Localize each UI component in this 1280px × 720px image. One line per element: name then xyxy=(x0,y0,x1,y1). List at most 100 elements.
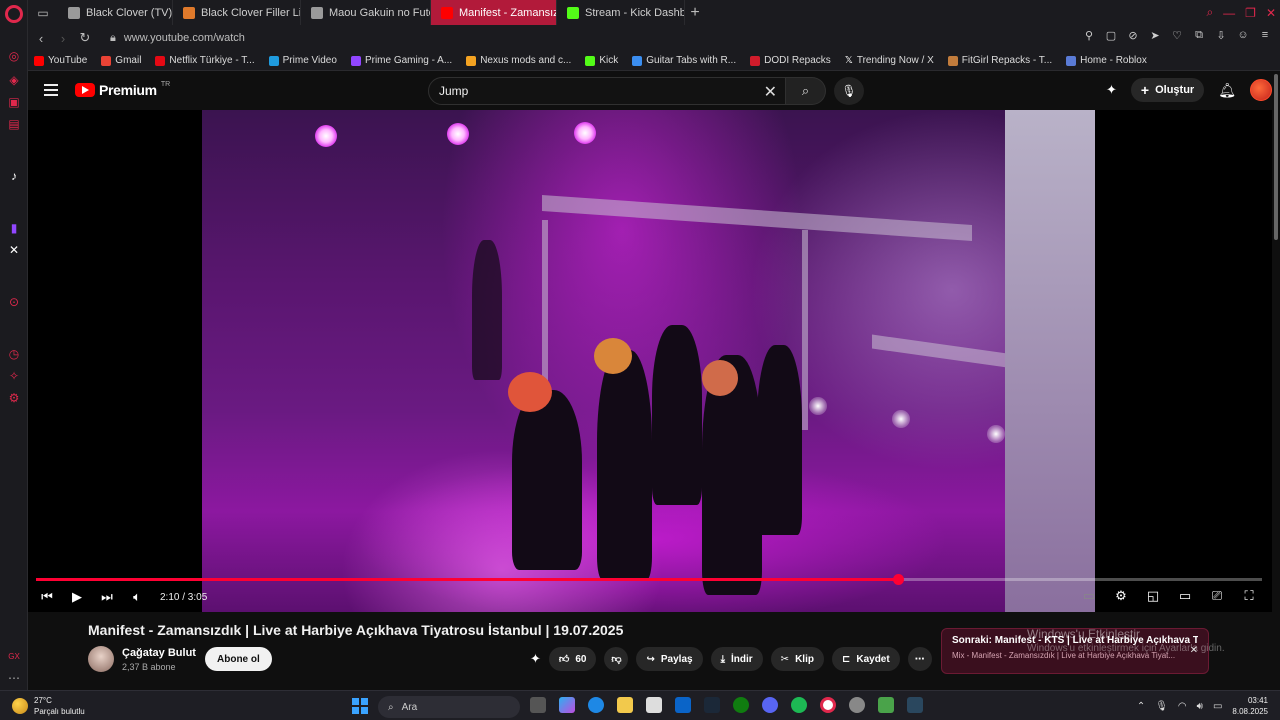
spotify-icon[interactable] xyxy=(791,697,807,713)
settings-icon[interactable]: ⚙ xyxy=(6,390,22,406)
store-icon[interactable] xyxy=(646,697,662,713)
seek-bar-knob[interactable] xyxy=(892,574,904,585)
battery-icon[interactable]: ▭ xyxy=(1213,701,1222,712)
extensions-puzzle-icon[interactable]: ⧉ xyxy=(1192,29,1206,42)
more-icon[interactable]: ⋯ xyxy=(6,670,22,686)
shield-icon[interactable]: ▣ xyxy=(6,94,22,110)
bookmark-fitgirl[interactable]: FitGirl Repacks - T... xyxy=(947,55,1052,66)
dislike-button[interactable]: 👎︎ xyxy=(604,647,629,671)
extensions-icon[interactable]: ✧ xyxy=(6,368,22,384)
download-button[interactable]: ⤓ İndir xyxy=(710,647,763,671)
subscribe-button[interactable]: Abone ol xyxy=(205,647,272,671)
opera-gx-icon[interactable] xyxy=(820,697,836,713)
volume-icon[interactable]: 🔈︎ xyxy=(126,587,148,607)
bookmark-youtube[interactable]: YouTube xyxy=(34,55,87,66)
menu-icon[interactable]: ≡ xyxy=(1258,29,1272,42)
play-icon[interactable]: ▶ xyxy=(66,587,88,607)
twitch-icon[interactable]: ▮ xyxy=(6,220,22,236)
search-tabs-icon[interactable]: ⌕ xyxy=(1206,5,1213,20)
create-button[interactable]: + Oluştur xyxy=(1130,78,1205,102)
page-scrollbar[interactable] xyxy=(1272,72,1280,690)
steam-alt-icon[interactable] xyxy=(907,697,923,713)
next-icon[interactable]: ⏭︎ xyxy=(96,587,118,607)
notifications-bell-icon[interactable]: 🔔︎ xyxy=(1218,82,1236,99)
new-tab-button[interactable]: + xyxy=(685,4,705,22)
wifi-icon[interactable]: ◠ xyxy=(1178,701,1187,712)
search-button[interactable]: ⌕ xyxy=(786,77,826,105)
discord-icon[interactable] xyxy=(762,697,778,713)
gemini-ask-icon[interactable]: ✦ xyxy=(530,651,541,667)
speaker-icon[interactable]: 🔊︎ xyxy=(1197,701,1203,712)
gemini-icon[interactable]: ✦ xyxy=(1106,82,1117,98)
settings-gear-icon[interactable]: ⚙ xyxy=(1110,586,1132,606)
clock[interactable]: 03:41 8.08.2025 xyxy=(1232,695,1268,717)
miniplayer-icon[interactable]: ◱ xyxy=(1142,586,1164,606)
subtitles-icon[interactable]: ▭ xyxy=(1078,586,1100,606)
search-input[interactable] xyxy=(439,84,749,98)
send-icon[interactable]: ➤ xyxy=(1148,29,1162,42)
video-player[interactable] xyxy=(28,110,1272,612)
bookmark-dodi[interactable]: DODI Repacks xyxy=(750,55,831,66)
weather-widget[interactable]: 27°C Parçalı bulutlu xyxy=(12,695,85,717)
file-explorer-icon[interactable] xyxy=(617,697,633,713)
gx-icon[interactable]: GX xyxy=(6,648,22,664)
url-field[interactable]: 🔒︎ www.youtube.com/watch xyxy=(110,32,245,45)
forward-icon[interactable]: › xyxy=(54,31,72,46)
xbox-icon[interactable] xyxy=(733,697,749,713)
tab-manifest[interactable]: Manifest - Zamansızdık | xyxy=(431,0,557,25)
heart-icon[interactable]: ♡ xyxy=(1170,29,1184,42)
bag-icon[interactable]: ◈ xyxy=(6,72,22,88)
copilot-icon[interactable] xyxy=(559,697,575,713)
steam-icon[interactable] xyxy=(704,697,720,713)
bookmark-kick[interactable]: Kick xyxy=(585,55,618,66)
back-icon[interactable]: ‹ xyxy=(32,31,50,46)
bookmark-prime-video[interactable]: Prime Video xyxy=(268,55,337,66)
app-icon[interactable] xyxy=(849,697,865,713)
snapshot-icon[interactable]: ▢ xyxy=(1104,29,1118,42)
start-windows-icon[interactable] xyxy=(352,698,368,714)
task-view-icon[interactable] xyxy=(530,697,546,713)
clip-button[interactable]: ✂ Klip xyxy=(770,647,824,671)
adblock-icon[interactable]: ⊘ xyxy=(1126,29,1140,42)
save-button[interactable]: ⊏ Kaydet xyxy=(831,647,900,671)
edge-icon[interactable] xyxy=(588,697,604,713)
bookmark-gmail[interactable]: Gmail xyxy=(101,55,141,66)
channel-name[interactable]: Çağatay Bulut xyxy=(122,647,196,659)
tray-mic-icon[interactable]: 🎙︎ xyxy=(1155,701,1168,712)
bookmark-guitar-tabs[interactable]: Guitar Tabs with R... xyxy=(632,55,736,66)
guide-menu-icon[interactable] xyxy=(44,84,58,99)
channel-avatar[interactable] xyxy=(88,646,114,672)
history-icon[interactable]: ◷ xyxy=(6,346,22,362)
bookmark-x-trending[interactable]: 𝕏 Trending Now / X xyxy=(845,55,934,66)
more-actions-button[interactable]: ⋯ xyxy=(907,647,932,671)
x-icon[interactable]: ✕ xyxy=(6,242,22,258)
player-icon[interactable]: ▤ xyxy=(6,116,22,132)
taskbar-search[interactable]: ⌕ Ara xyxy=(378,696,520,718)
tab-kick-dashboard[interactable]: Stream - Kick Dashboard xyxy=(557,0,685,25)
theater-mode-icon[interactable]: ▭ xyxy=(1174,586,1196,606)
close-icon[interactable]: ✕ xyxy=(1266,6,1276,20)
tab-filler-list[interactable]: Black Clover Filler List | T xyxy=(173,0,301,25)
record-icon[interactable]: ⊙ xyxy=(6,294,22,310)
like-button[interactable]: 👍︎ 60 xyxy=(548,647,597,671)
youtube-premium-logo[interactable]: Premium TR xyxy=(75,81,170,98)
tab-black-clover[interactable]: Black Clover (TV) 108. Bö xyxy=(58,0,173,25)
bookmark-netflix[interactable]: Netflix Türkiye - T... xyxy=(155,55,255,66)
gallery-icon[interactable] xyxy=(878,697,894,713)
clear-search-icon[interactable]: ✕ xyxy=(764,82,777,102)
minimize-icon[interactable]: — xyxy=(1223,6,1235,20)
outlook-icon[interactable] xyxy=(675,697,691,713)
tab-maou-gakuin[interactable]: Maou Gakuin no Futekigo xyxy=(301,0,431,25)
bookmark-prime-gaming[interactable]: Prime Gaming - A... xyxy=(350,55,452,66)
cast-icon[interactable]: ⎚ xyxy=(1206,586,1228,606)
profile-icon[interactable]: ☺ xyxy=(1236,29,1250,42)
tiktok-icon[interactable]: ♪ xyxy=(6,168,22,184)
opera-logo-icon[interactable] xyxy=(5,5,23,23)
pin-icon[interactable]: ⚲ xyxy=(1082,29,1096,42)
fullscreen-icon[interactable]: ⛶ xyxy=(1238,586,1260,606)
scrollbar-thumb[interactable] xyxy=(1274,74,1278,240)
video-frame[interactable] xyxy=(202,110,1095,612)
previous-icon[interactable]: ⏮︎ xyxy=(36,587,58,607)
share-button[interactable]: ↪ Paylaş xyxy=(636,647,703,671)
bookmark-nexus-mods[interactable]: Nexus mods and c... xyxy=(466,55,571,66)
